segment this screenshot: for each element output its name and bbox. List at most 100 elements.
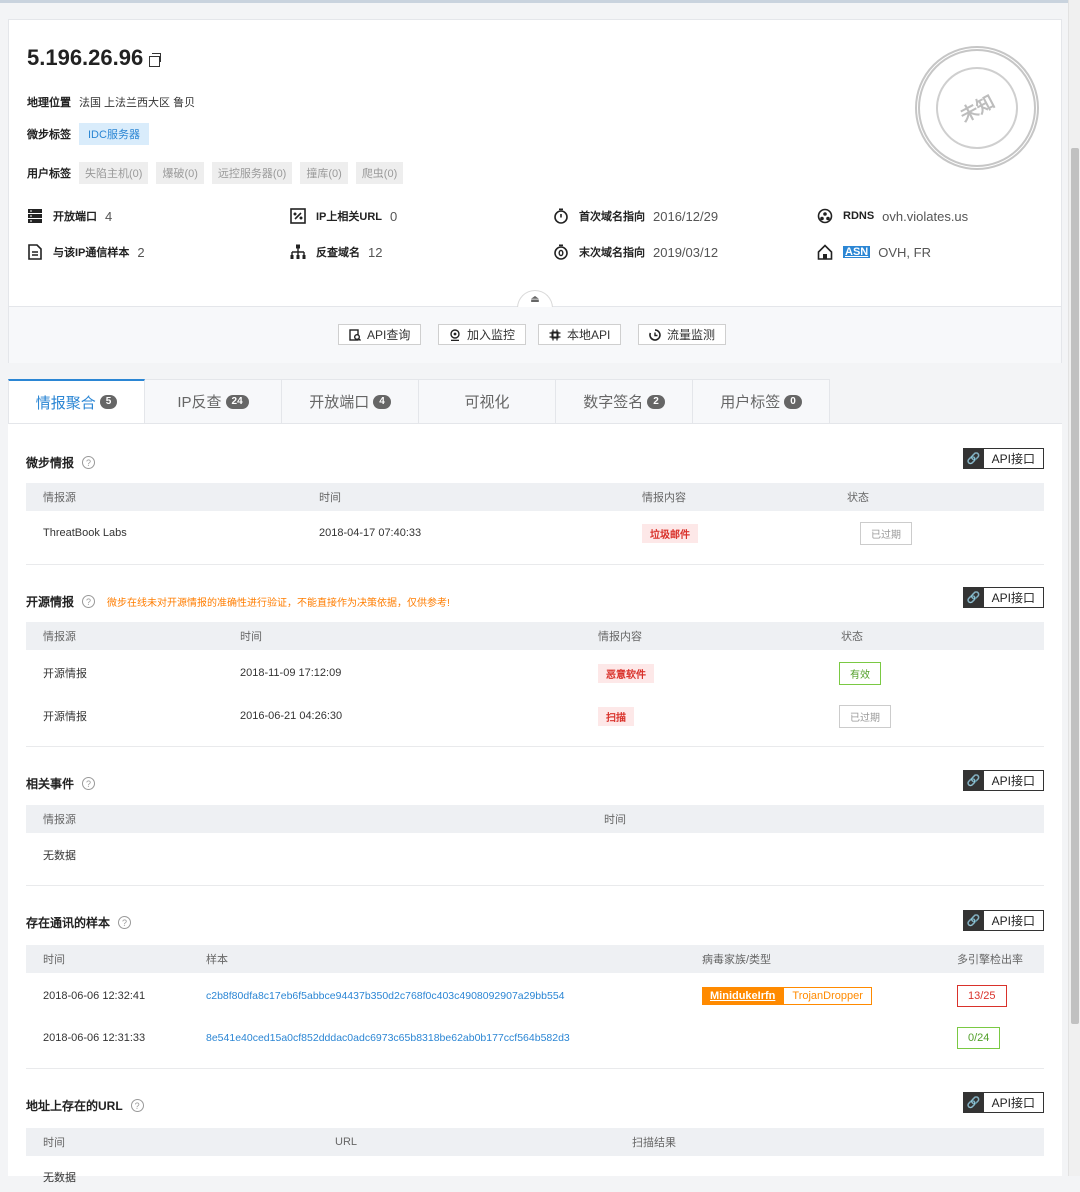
virus-type-tag: TrojanDropper [783,987,872,1005]
tab-user-tags[interactable]: 用户标签 0 [693,379,830,424]
detection-rate[interactable]: 0/24 [957,1027,1001,1049]
stat-label: 反查域名 [316,247,360,259]
table-header: 时间 样本 病毒家族/类型 多引擎检出率 [26,945,1044,973]
user-tag[interactable]: 失陷主机(0) [79,162,149,184]
intel-panel: 微步情报 ? 🔗 API接口 情报源 时间 情报内容 状态 ThreatBook … [8,423,1062,1184]
unknown-stamp: 未知 [915,46,1039,170]
tab-label: 可视化 [464,394,510,411]
tab-count-badge: 5 [99,395,118,409]
wb-intel-title: 微步情报 ? [26,454,96,471]
column-header: 情报内容 [598,631,642,643]
stat-label: IP上相关URL [316,211,382,223]
tab-digital-signature[interactable]: 数字签名 2 [556,379,693,424]
section-title-text: 微步情报 [26,456,75,470]
geo-value: 法国 上法兰西大区 鲁贝 [79,97,196,109]
api-btn-label: API接口 [991,914,1035,928]
help-icon[interactable]: ? [82,595,96,608]
user-tag[interactable]: 远控服务器(0) [211,162,293,184]
stat-label: 首次域名指向 [579,211,645,223]
tab-visualization[interactable]: 可视化 [419,379,556,424]
stat-samples[interactable]: 与该IP通信样本 2 [27,244,145,260]
sample-hash-link[interactable]: c2b8f80dfa8c17eb6f5abbce94437b350d2c768f… [206,981,565,1011]
empty-text: 无数据 [43,850,76,862]
add-monitor-button[interactable]: 加入监控 [438,324,527,345]
ip-address: 5.196.26.96 [27,45,144,70]
api-interface-button[interactable]: 🔗 API接口 [962,910,1044,931]
status-badge: 已过期 [860,521,912,545]
link-icon: 🔗 [963,771,984,790]
vertical-scrollbar[interactable] [1068,0,1080,1176]
help-icon[interactable]: ? [118,916,132,929]
api-btn-label: API接口 [991,774,1035,788]
traffic-monitor-button[interactable]: 流量监测 [638,324,727,345]
local-api-button[interactable]: 本地API [538,324,622,345]
user-tag[interactable]: 撞库(0) [300,162,348,184]
api-interface-button[interactable]: 🔗 API接口 [962,448,1044,469]
section-divider [26,746,1044,747]
home-icon [817,244,833,260]
stat-first-seen: 首次域名指向 2016/12/29 [553,208,718,224]
wb-tag-label: 微步标签 [27,129,71,141]
table-row: 2018-06-06 12:31:33 8e541e40ced15a0cf852… [26,1023,1044,1053]
events-title: 相关事件 ? [26,775,96,792]
column-header: 样本 [206,954,228,966]
stat-value: ovh.violates.us [882,208,969,224]
stat-open-ports[interactable]: 开放端口 4 [27,208,112,224]
table-header: 情报源 时间 情报内容 状态 [26,483,1044,511]
detection-rate[interactable]: 13/25 [957,985,1007,1007]
os-intel-title: 开源情报 ? 微步在线未对开源情报的准确性进行验证，不能直接作为决策依据，仅供参… [26,593,450,610]
help-icon[interactable]: ? [82,777,96,790]
stat-value: 12 [368,244,383,260]
section-divider [26,1068,1044,1069]
table-row: 开源情报 2018-11-09 17:12:09 恶意软件 有效 [26,658,1044,688]
stat-value: 0 [390,208,398,224]
user-tag[interactable]: 爆破(0) [156,162,204,184]
column-header: URL [335,1136,358,1148]
collapse-toggle-icon[interactable]: ⏏ [517,290,553,308]
column-header: 时间 [604,814,626,826]
add-monitor-label: 加入监控 [467,328,516,342]
virus-family-link[interactable]: MinidukeIrfn [702,987,784,1005]
link-icon: 🔗 [963,449,984,468]
stat-label: 开放端口 [53,211,97,223]
api-query-button[interactable]: API查询 [338,324,422,345]
help-icon[interactable]: ? [82,456,96,469]
tab-intel-aggregation[interactable]: 情报聚合 5 [8,379,145,424]
column-header: 情报内容 [642,492,686,504]
section-divider [26,885,1044,886]
table-row: 2018-06-06 12:32:41 c2b8f80dfa8c17eb6f5a… [26,981,1044,1011]
intel-time: 2018-11-09 17:12:09 [240,667,342,679]
tab-open-ports[interactable]: 开放端口 4 [282,379,419,424]
copy-icon[interactable] [149,52,162,67]
tab-bar: 情报聚合 5 IP反查 24 开放端口 4 可视化 数字签名 2 用户标签 0 [8,379,830,424]
stat-rdns: RDNS ovh.violates.us [817,208,968,224]
api-interface-button[interactable]: 🔗 API接口 [962,770,1044,791]
stat-reverse-domains[interactable]: 反查域名 12 [290,244,382,260]
api-interface-button[interactable]: 🔗 API接口 [962,1092,1044,1113]
help-icon[interactable]: ? [130,1099,144,1112]
intel-source: 开源情报 [43,711,87,723]
timer-zero-icon [554,244,568,260]
empty-row: 无数据 [26,1162,1044,1192]
stat-value: 4 [105,208,113,224]
tab-label: 开放端口 [309,394,370,411]
tab-count-badge: 4 [373,394,391,409]
column-header: 状态 [841,631,863,643]
user-tag[interactable]: 爬虫(0) [355,162,404,184]
api-interface-button[interactable]: 🔗 API接口 [962,587,1044,608]
sample-hash-link[interactable]: 8e541e40ced15a0cf852dddac0adc6973c65b831… [206,1023,570,1053]
document-icon [28,244,42,260]
wb-tag[interactable]: IDC服务器 [79,123,149,145]
scrollbar-thumb[interactable] [1071,148,1079,1024]
section-divider [26,564,1044,565]
tab-ip-reverse[interactable]: IP反查 24 [145,379,282,424]
stat-ip-url[interactable]: IP上相关URL 0 [290,208,397,224]
stat-last-seen: 末次域名指向 2019/03/12 [553,244,718,260]
api-btn-label: API接口 [991,1096,1035,1110]
ip-summary-card: 5.196.26.96 地理位置 法国 上法兰西大区 鲁贝 微步标签 IDC服务… [8,19,1062,363]
column-header: 情报源 [43,492,76,504]
intel-content-tag: 扫描 [598,706,634,726]
stat-value: 2016/12/29 [653,208,719,224]
table-header: 时间 URL 扫描结果 [26,1128,1044,1156]
column-header: 多引擎检出率 [957,954,1023,966]
